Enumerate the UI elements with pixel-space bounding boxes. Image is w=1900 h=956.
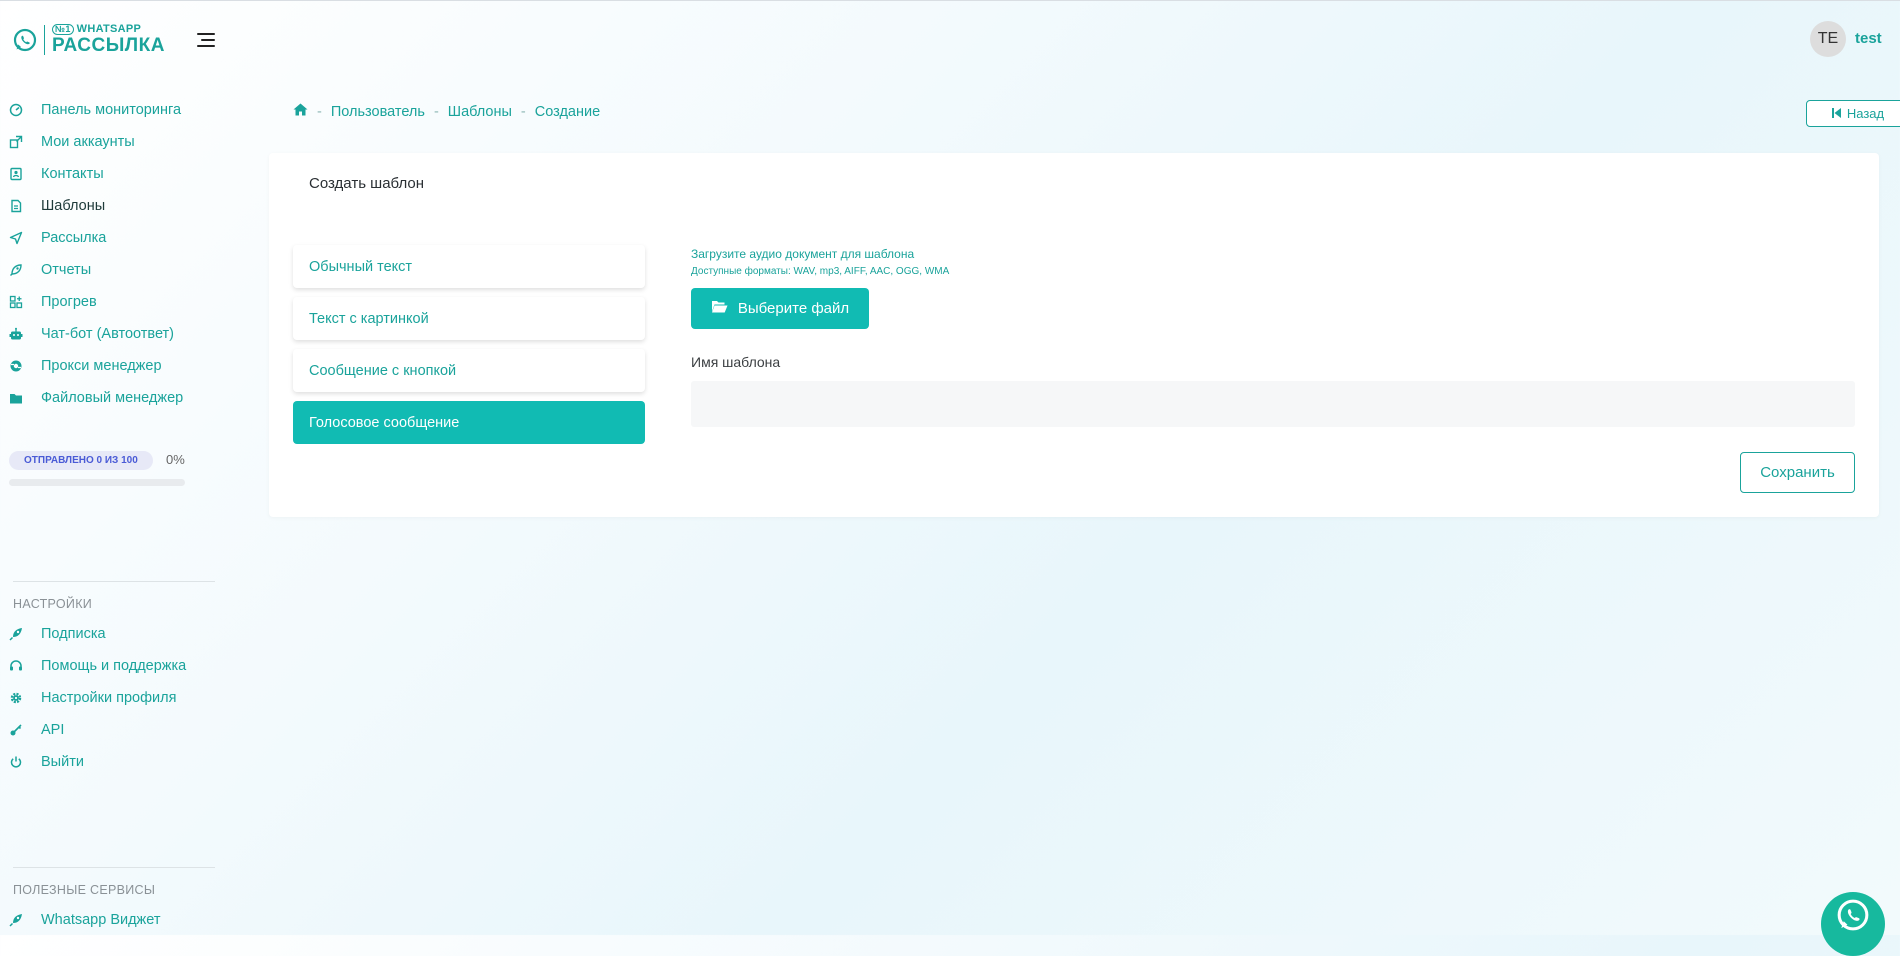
- whatsapp-icon: [1837, 899, 1869, 931]
- templates-icon: [9, 199, 23, 213]
- tab-voice-message[interactable]: Голосовое сообщение: [293, 401, 645, 444]
- upload-label: Загрузите аудио документ для шаблона: [691, 247, 915, 261]
- sidebar-item-warmup[interactable]: Прогрев: [0, 286, 218, 318]
- sidebar-divider: [13, 581, 215, 582]
- whatsapp-logo-icon: [13, 28, 37, 51]
- sidebar-item-label: Шаблоны: [41, 198, 106, 214]
- sidebar-item-support[interactable]: Помощь и поддержка: [0, 650, 218, 682]
- breadcrumb: - Пользователь - Шаблоны - Создание: [293, 103, 600, 120]
- template-name-label: Имя шаблона: [691, 354, 781, 370]
- sidebar-item-proxy[interactable]: Прокси менеджер: [0, 350, 218, 382]
- logo-line2: РАССЫЛКА: [52, 35, 165, 56]
- key-icon: [9, 723, 23, 737]
- logo-line1: №1 WHATSAPP: [52, 24, 165, 35]
- headset-icon: [9, 659, 23, 673]
- main-nav: Панель мониторинга Мои аккаунты Контакты…: [0, 94, 218, 414]
- services-section-title: ПОЛЕЗНЫЕ СЕРВИСЫ: [13, 883, 156, 897]
- logo-line1-text: WHATSAPP: [76, 23, 142, 35]
- sidebar-item-label: Whatsapp Виджет: [41, 912, 161, 928]
- sidebar-item-label: Выйти: [41, 754, 84, 770]
- sidebar-item-dashboard[interactable]: Панель мониторинга: [0, 94, 218, 126]
- whatsapp-chat-button[interactable]: [1821, 892, 1885, 956]
- sidebar-item-mailing[interactable]: Рассылка: [0, 222, 218, 254]
- proxy-icon: [9, 359, 23, 373]
- folder-open-icon: [711, 300, 728, 317]
- brand-logo[interactable]: №1 WHATSAPP РАССЫЛКА: [12, 24, 165, 55]
- rocket-icon: [9, 627, 23, 641]
- sidebar-divider: [13, 867, 215, 868]
- sidebar-item-label: Мои аккаунты: [41, 134, 135, 150]
- sidebar-item-label: Рассылка: [41, 230, 107, 246]
- services-nav: Whatsapp Виджет: [0, 904, 218, 936]
- contacts-icon: [9, 167, 23, 181]
- sidebar-item-subscription[interactable]: Подписка: [0, 618, 218, 650]
- back-button-label: Назад: [1846, 106, 1885, 121]
- tab-message-with-button[interactable]: Сообщение с кнопкой: [293, 349, 645, 392]
- send-icon: [9, 231, 23, 245]
- logo-badge: №1: [52, 24, 74, 35]
- top-border: [0, 0, 1900, 1]
- sidebar-item-label: Файловый менеджер: [41, 390, 184, 406]
- sidebar-item-contacts[interactable]: Контакты: [0, 158, 218, 190]
- breadcrumb-separator: -: [317, 103, 322, 120]
- rocket-icon: [9, 913, 23, 927]
- menu-toggle-icon[interactable]: [197, 33, 215, 47]
- card-title: Создать шаблон: [309, 175, 425, 192]
- sent-counter: ОТПРАВЛЕНО 0 ИЗ 100 0%: [9, 450, 185, 486]
- sidebar-item-accounts[interactable]: Мои аккаунты: [0, 126, 218, 158]
- gear-icon: [9, 691, 23, 705]
- sidebar-item-whatsapp-widget[interactable]: Whatsapp Виджет: [0, 904, 218, 936]
- step-back-icon: [1831, 106, 1841, 121]
- sidebar: №1 WHATSAPP РАССЫЛКА Панель мониторинга М…: [0, 0, 218, 935]
- sidebar-item-reports[interactable]: Отчеты: [0, 254, 218, 286]
- breadcrumb-separator: -: [433, 103, 439, 120]
- sidebar-item-label: Прогрев: [41, 294, 97, 310]
- logo-separator: [44, 24, 45, 55]
- sidebar-item-label: Помощь и поддержка: [41, 658, 187, 674]
- sidebar-item-files[interactable]: Файловый менеджер: [0, 382, 218, 414]
- sidebar-item-label: Отчеты: [41, 262, 92, 278]
- folder-icon: [9, 391, 23, 405]
- home-icon[interactable]: [293, 103, 308, 120]
- choose-file-button[interactable]: Выберите файл: [691, 288, 869, 329]
- sidebar-item-logout[interactable]: Выйти: [0, 746, 218, 778]
- sidebar-item-chatbot[interactable]: Чат-бот (Автоответ): [0, 318, 218, 350]
- sent-progress-bar: [9, 479, 185, 486]
- sidebar-item-profile-settings[interactable]: Настройки профиля: [0, 682, 218, 714]
- sent-badge: ОТПРАВЛЕНО 0 ИЗ 100: [9, 451, 153, 470]
- sidebar-item-templates[interactable]: Шаблоны: [0, 190, 218, 222]
- sidebar-item-api[interactable]: API: [0, 714, 218, 746]
- formats-hint: Доступные форматы: WAV, mp3, AIFF, AAC, …: [691, 266, 950, 277]
- sidebar-item-label: Панель мониторинга: [41, 102, 182, 118]
- sidebar-item-label: API: [41, 722, 65, 738]
- back-button[interactable]: Назад: [1806, 100, 1900, 127]
- settings-section-title: НАСТРОЙКИ: [13, 597, 93, 611]
- template-name-input[interactable]: [691, 381, 1855, 427]
- reports-icon: [9, 263, 23, 277]
- tab-text-with-image[interactable]: Текст с картинкой: [293, 297, 645, 340]
- create-template-card: Создать шаблон Обычный текст Текст с кар…: [269, 153, 1879, 517]
- tab-plain-text[interactable]: Обычный текст: [293, 245, 645, 288]
- dashboard-icon: [9, 103, 23, 117]
- power-icon: [9, 755, 23, 769]
- breadcrumb-separator: -: [520, 103, 526, 120]
- save-button[interactable]: Сохранить: [1740, 452, 1855, 493]
- template-type-tabs: Обычный текст Текст с картинкой Сообщени…: [293, 245, 645, 453]
- sidebar-item-label: Чат-бот (Автоответ): [41, 326, 175, 342]
- sidebar-item-label: Прокси менеджер: [41, 358, 162, 374]
- sent-percent: 0%: [166, 452, 185, 467]
- username[interactable]: test: [1855, 30, 1882, 47]
- bot-icon: [9, 327, 23, 341]
- warmup-icon: [9, 295, 23, 309]
- breadcrumb-templates[interactable]: Шаблоны: [448, 104, 512, 120]
- breadcrumb-create: Создание: [534, 103, 601, 120]
- choose-file-label: Выберите файл: [737, 300, 850, 317]
- avatar[interactable]: TE: [1810, 21, 1846, 57]
- sidebar-item-label: Контакты: [41, 166, 104, 182]
- sidebar-item-label: Настройки профиля: [41, 690, 177, 706]
- breadcrumb-user[interactable]: Пользователь: [331, 104, 425, 120]
- sidebar-item-label: Подписка: [41, 626, 106, 642]
- settings-nav: Подписка Помощь и поддержка Настройки пр…: [0, 618, 218, 778]
- accounts-icon: [9, 135, 23, 149]
